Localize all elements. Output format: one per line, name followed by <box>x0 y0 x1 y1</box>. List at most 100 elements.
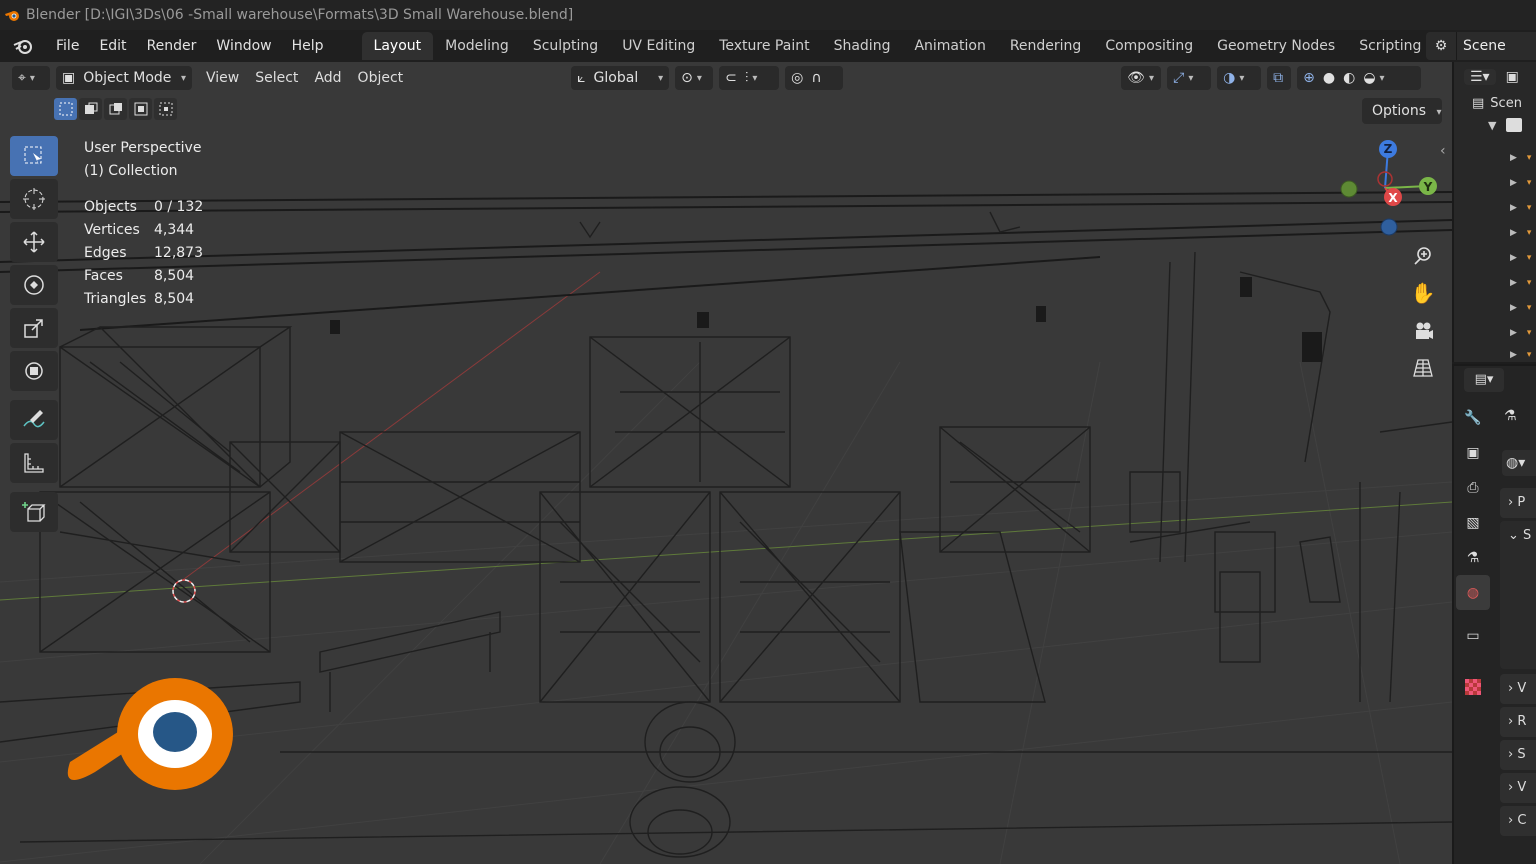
outliner-filter-icon[interactable]: ▣ <box>1506 69 1519 85</box>
menu-file[interactable]: File <box>46 30 89 62</box>
outliner-scene-row[interactable]: ▤ Scen <box>1454 92 1536 114</box>
rendered-shading-icon[interactable]: ◒ <box>1363 70 1375 86</box>
neg-y-axis-handle[interactable] <box>1340 180 1358 198</box>
tool-tab-icon[interactable]: 🔧 <box>1456 400 1490 435</box>
annotate-tool[interactable] <box>10 400 58 440</box>
xray-toggle[interactable]: ⧉ <box>1267 66 1292 90</box>
chevron-right-icon: › <box>1508 747 1514 762</box>
tab-scripting[interactable]: Scripting <box>1347 32 1433 60</box>
scene-icon: ⚙ <box>1434 38 1448 54</box>
proportional-editing-button[interactable]: ◎ ∩ <box>785 66 844 90</box>
tab-uv-editing[interactable]: UV Editing <box>610 32 707 60</box>
material-shading-icon[interactable]: ◐ <box>1343 70 1355 86</box>
shading-modes[interactable]: ⊕ ● ◐ ◒ ▾ <box>1297 66 1422 90</box>
menu-view[interactable]: View <box>198 70 247 86</box>
menu-select[interactable]: Select <box>247 70 306 86</box>
tab-sculpting[interactable]: Sculpting <box>521 32 610 60</box>
add-cube-tool[interactable] <box>10 492 58 532</box>
pivot-point-button[interactable]: ⊙ ▾ <box>675 66 714 90</box>
menu-window[interactable]: Window <box>206 30 281 62</box>
outliner-item[interactable]: ▶ ▾ <box>1510 223 1536 243</box>
camera-view-button[interactable] <box>1407 315 1439 347</box>
tab-texture-paint[interactable]: Texture Paint <box>707 32 821 60</box>
properties-panel-collapsed[interactable]: › S <box>1500 740 1536 770</box>
render-tab-icon[interactable]: ▣ <box>1456 435 1490 470</box>
select-subtract-button[interactable] <box>104 98 127 120</box>
outliner-item[interactable]: ▶ ▾ <box>1510 323 1536 343</box>
scene-tab-icon[interactable]: ⚗ <box>1456 540 1490 575</box>
menu-edit[interactable]: Edit <box>89 30 136 62</box>
select-invert-button[interactable] <box>129 98 152 120</box>
outliner-editor-icon[interactable]: ☰▾ <box>1464 69 1496 85</box>
wireframe-shading-icon[interactable]: ⊕ <box>1303 70 1315 86</box>
blender-menu-icon[interactable] <box>12 35 34 57</box>
outliner-item[interactable]: ▶ ▾ <box>1510 298 1536 318</box>
overlays-toggle[interactable]: ◑ ▾ <box>1217 66 1262 90</box>
menu-help[interactable]: Help <box>282 30 334 62</box>
tab-layout[interactable]: Layout <box>361 32 434 60</box>
visibility-button[interactable]: 👁 ▾ <box>1121 66 1162 90</box>
eye-icon: 👁 <box>1127 70 1145 86</box>
chevron-right-icon: › <box>1508 813 1514 828</box>
tab-compositing[interactable]: Compositing <box>1093 32 1205 60</box>
properties-panel-collapsed[interactable]: › C <box>1500 806 1536 836</box>
world-datablock-selector[interactable]: ◍▾ <box>1502 450 1536 476</box>
tab-animation[interactable]: Animation <box>902 32 997 60</box>
outliner-item[interactable]: ▶ ▾ <box>1510 148 1536 168</box>
outliner-item[interactable]: ▶ ▾ <box>1510 273 1536 293</box>
collection-tab-icon[interactable]: ▭ <box>1456 618 1490 653</box>
options-dropdown[interactable]: Options ▾ <box>1362 98 1442 124</box>
output-tab-icon[interactable]: ⎙ <box>1456 470 1490 505</box>
hand-icon: ✋ <box>1410 281 1436 305</box>
menu-object[interactable]: Object <box>350 70 412 86</box>
3d-viewport[interactable] <box>0 62 1452 864</box>
editor-type-button[interactable]: ⌖ ▾ <box>12 66 50 90</box>
properties-editor-type-button[interactable]: ▤▾ <box>1464 368 1504 392</box>
select-box-tool[interactable] <box>10 136 58 176</box>
cursor-tool[interactable] <box>10 179 58 219</box>
chevron-down-icon: ▾ <box>180 72 186 84</box>
select-new-button[interactable] <box>54 98 77 120</box>
navigation-gizmo[interactable]: Z Y X <box>1330 136 1440 246</box>
pivot-icon: ⊙ <box>681 70 693 86</box>
tab-shading[interactable]: Shading <box>822 32 903 60</box>
scale-tool[interactable] <box>10 308 58 348</box>
select-extend-button[interactable] <box>79 98 102 120</box>
properties-panel-collapsed[interactable]: › V <box>1500 674 1536 704</box>
tab-geometry-nodes[interactable]: Geometry Nodes <box>1205 32 1347 60</box>
outliner-item[interactable]: ▶ ▾ <box>1510 248 1536 268</box>
collapse-sidebar-icon[interactable]: ‹ <box>1440 143 1446 159</box>
outliner-item[interactable]: ▶ ▾ <box>1510 173 1536 193</box>
properties-panel-collapsed[interactable]: › R <box>1500 707 1536 737</box>
perspective-toggle-button[interactable] <box>1407 352 1439 384</box>
outliner-collection-row[interactable]: ▼ <box>1454 114 1536 136</box>
texture-tab-icon[interactable] <box>1456 669 1490 704</box>
tab-rendering[interactable]: Rendering <box>998 32 1094 60</box>
neg-z-axis-handle[interactable] <box>1380 218 1398 236</box>
scene-selector[interactable]: ⚙ Scene <box>1426 32 1536 60</box>
properties-panel-collapsed[interactable]: › V <box>1500 773 1536 803</box>
measure-tool[interactable] <box>10 443 58 483</box>
view-layer-tab-icon[interactable]: ▧ <box>1456 505 1490 540</box>
select-intersect-button[interactable] <box>154 98 177 120</box>
transform-tool[interactable] <box>10 351 58 391</box>
menu-add[interactable]: Add <box>306 70 349 86</box>
transform-orientation-dropdown[interactable]: ⟀ Global ▾ <box>571 66 670 90</box>
x-axis-label: X <box>1388 191 1398 205</box>
gizmo-toggle[interactable]: ⤢ ▾ <box>1167 66 1212 90</box>
properties-panel-expanded[interactable]: ⌄ S <box>1500 521 1536 669</box>
object-mode-icon: ▣ <box>62 70 76 86</box>
rotate-tool[interactable] <box>10 265 58 305</box>
tab-modeling[interactable]: Modeling <box>433 32 521 60</box>
menu-render[interactable]: Render <box>137 30 207 62</box>
pan-button[interactable]: ✋ <box>1407 277 1439 309</box>
solid-shading-icon[interactable]: ● <box>1323 70 1335 86</box>
outliner-item[interactable]: ▶ ▾ <box>1510 198 1536 218</box>
outliner-item[interactable]: ▶ ▾ <box>1510 345 1536 365</box>
move-tool[interactable] <box>10 222 58 262</box>
world-tab-icon[interactable]: ◍ <box>1456 575 1490 610</box>
snapping-button[interactable]: ⊂ ⫶ ▾ <box>719 66 780 90</box>
zoom-button[interactable] <box>1407 240 1439 272</box>
object-mode-dropdown[interactable]: ▣ Object Mode ▾ <box>56 66 192 90</box>
properties-panel-collapsed[interactable]: › P <box>1500 488 1536 518</box>
